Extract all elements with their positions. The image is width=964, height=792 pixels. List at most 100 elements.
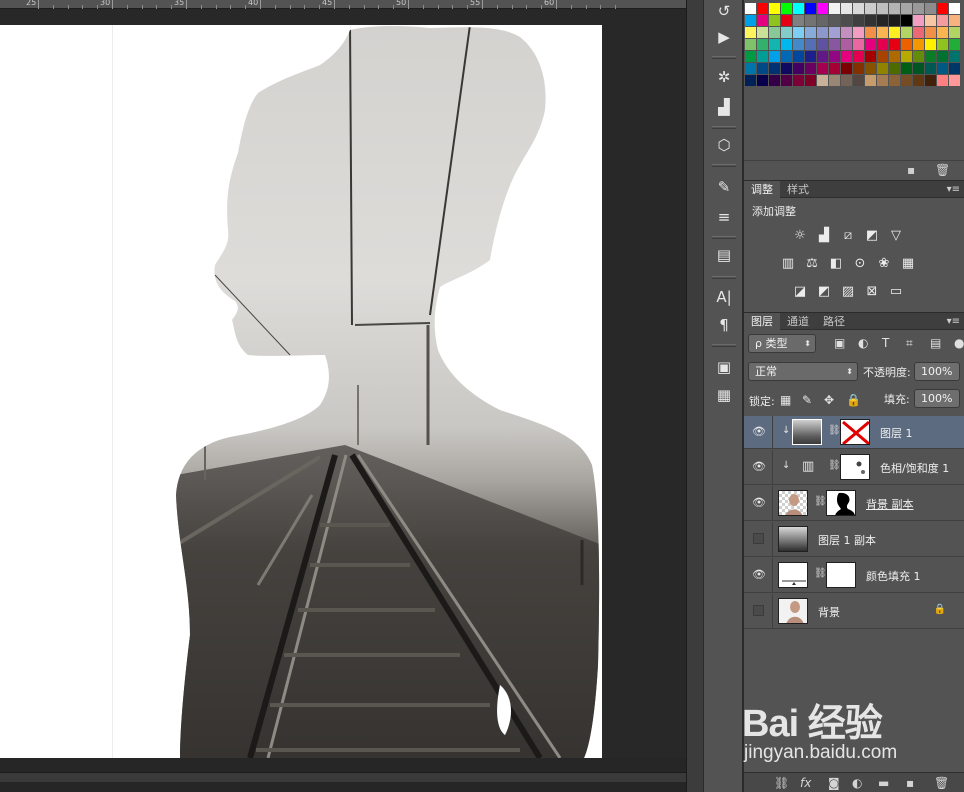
eye-icon[interactable]: 👁 — [752, 425, 766, 439]
color-swatch[interactable] — [949, 63, 960, 74]
color-swatch[interactable] — [901, 39, 912, 50]
layer-name[interactable]: 色相/饱和度 1 — [880, 460, 949, 476]
color-swatch[interactable] — [829, 27, 840, 38]
layer-filter-select[interactable]: ρ 类型 ⬍ — [748, 334, 816, 353]
color-swatch[interactable] — [829, 75, 840, 86]
color-swatch[interactable] — [745, 63, 756, 74]
color-swatch[interactable] — [841, 75, 852, 86]
color-swatch[interactable] — [949, 27, 960, 38]
color-swatch[interactable] — [829, 15, 840, 26]
color-swatch[interactable] — [925, 63, 936, 74]
color-swatch[interactable] — [793, 27, 804, 38]
color-swatch[interactable] — [865, 63, 876, 74]
color-swatch[interactable] — [889, 75, 900, 86]
visibility-off-box[interactable] — [753, 605, 764, 616]
history-brush-icon[interactable]: ↺ — [712, 0, 736, 22]
color-swatch[interactable] — [913, 27, 924, 38]
filter-pixel-icon[interactable]: ▣ — [834, 336, 845, 350]
color-swatch[interactable] — [853, 51, 864, 62]
color-swatch[interactable] — [913, 63, 924, 74]
color-swatch[interactable] — [877, 3, 888, 14]
panel-menu-icon[interactable]: ▾≡ — [947, 313, 960, 331]
color-swatch[interactable] — [817, 27, 828, 38]
color-swatch[interactable] — [865, 39, 876, 50]
invert-icon[interactable]: ◪ — [791, 283, 809, 301]
color-swatch[interactable] — [793, 63, 804, 74]
color-swatch[interactable] — [781, 3, 792, 14]
color-swatch[interactable] — [805, 63, 816, 74]
color-swatch[interactable] — [841, 63, 852, 74]
color-swatch[interactable] — [889, 39, 900, 50]
histogram-icon[interactable]: ▟ — [712, 96, 736, 118]
layer-thumbnail[interactable] — [792, 419, 822, 445]
layer-row[interactable]: 背景 🔒 — [744, 594, 964, 629]
layer-row[interactable]: 👁 ↓ ⛓ 图层 1 — [744, 416, 964, 449]
color-swatch[interactable] — [745, 27, 756, 38]
color-swatch[interactable] — [793, 15, 804, 26]
color-swatch[interactable] — [901, 3, 912, 14]
link-icon[interactable]: ⛓ — [814, 496, 827, 507]
layer-name[interactable]: 图层 1 副本 — [818, 532, 876, 548]
color-swatch[interactable] — [865, 27, 876, 38]
color-swatch[interactable] — [901, 75, 912, 86]
document-canvas[interactable] — [0, 25, 602, 758]
new-swatch-icon[interactable]: ▪ — [907, 163, 915, 177]
channel-mixer-icon[interactable]: ❀ — [875, 255, 893, 273]
color-swatch[interactable] — [745, 75, 756, 86]
color-swatch[interactable] — [793, 75, 804, 86]
color-swatch[interactable] — [937, 75, 948, 86]
color-swatch[interactable] — [865, 51, 876, 62]
3d-icon[interactable]: ⬡ — [712, 134, 736, 156]
color-swatch[interactable] — [877, 51, 888, 62]
color-swatch[interactable] — [805, 75, 816, 86]
color-swatch[interactable] — [925, 51, 936, 62]
lock-all-icon[interactable]: 🔒 — [846, 393, 861, 407]
color-swatch[interactable] — [817, 3, 828, 14]
color-swatch[interactable] — [817, 39, 828, 50]
curves-icon[interactable]: ⧄ — [839, 227, 857, 245]
color-swatch[interactable] — [949, 39, 960, 50]
exposure-icon[interactable]: ◩ — [863, 227, 881, 245]
horizontal-scrollbar[interactable] — [0, 772, 686, 782]
color-swatch[interactable] — [925, 3, 936, 14]
navigator-icon[interactable]: ✲ — [712, 66, 736, 88]
link-icon[interactable]: ⛓ — [828, 425, 841, 436]
color-swatch[interactable] — [769, 51, 780, 62]
color-swatch[interactable] — [925, 15, 936, 26]
filter-shape-icon[interactable]: ⌗ — [906, 336, 913, 351]
delete-swatch-icon[interactable]: 🗑 — [935, 163, 950, 177]
brightness-icon[interactable]: ☼ — [791, 227, 809, 245]
color-swatch[interactable] — [865, 75, 876, 86]
color-swatch[interactable] — [901, 15, 912, 26]
color-swatch[interactable] — [877, 39, 888, 50]
color-swatch[interactable] — [757, 27, 768, 38]
tab-paths[interactable]: 路径 — [816, 313, 852, 331]
brush-options-icon[interactable]: ≡ — [712, 206, 736, 228]
brush-presets-icon[interactable]: ✎ — [712, 176, 736, 198]
filter-smart-object-icon[interactable]: ▤ — [930, 336, 941, 350]
color-swatch[interactable] — [925, 75, 936, 86]
properties-icon[interactable]: ▦ — [712, 384, 736, 406]
color-swatch[interactable] — [877, 75, 888, 86]
fill-input[interactable]: 100% — [914, 389, 960, 408]
tab-styles[interactable]: 样式 — [780, 181, 816, 199]
color-swatch[interactable] — [913, 39, 924, 50]
mask-thumbnail[interactable] — [826, 490, 856, 516]
photo-filter-icon[interactable]: ⊙ — [851, 255, 869, 273]
layer-name[interactable]: 图层 1 — [880, 425, 913, 441]
black-white-icon[interactable]: ◧ — [827, 255, 845, 273]
color-swatch[interactable] — [853, 39, 864, 50]
color-swatch[interactable] — [829, 3, 840, 14]
filter-adjustment-icon[interactable]: ◐ — [858, 336, 868, 350]
filter-type-icon[interactable]: T — [882, 336, 889, 350]
color-swatch[interactable] — [901, 51, 912, 62]
color-swatch[interactable] — [889, 27, 900, 38]
color-swatch[interactable] — [937, 51, 948, 62]
layer-row[interactable]: 👁 ⛓ 背景 副本 — [744, 486, 964, 521]
color-swatch[interactable] — [937, 63, 948, 74]
opacity-input[interactable]: 100% — [914, 362, 960, 381]
color-swatch[interactable] — [889, 15, 900, 26]
posterize-icon[interactable]: ◩ — [815, 283, 833, 301]
color-balance-icon[interactable]: ⚖ — [803, 255, 821, 273]
color-swatch[interactable] — [949, 15, 960, 26]
